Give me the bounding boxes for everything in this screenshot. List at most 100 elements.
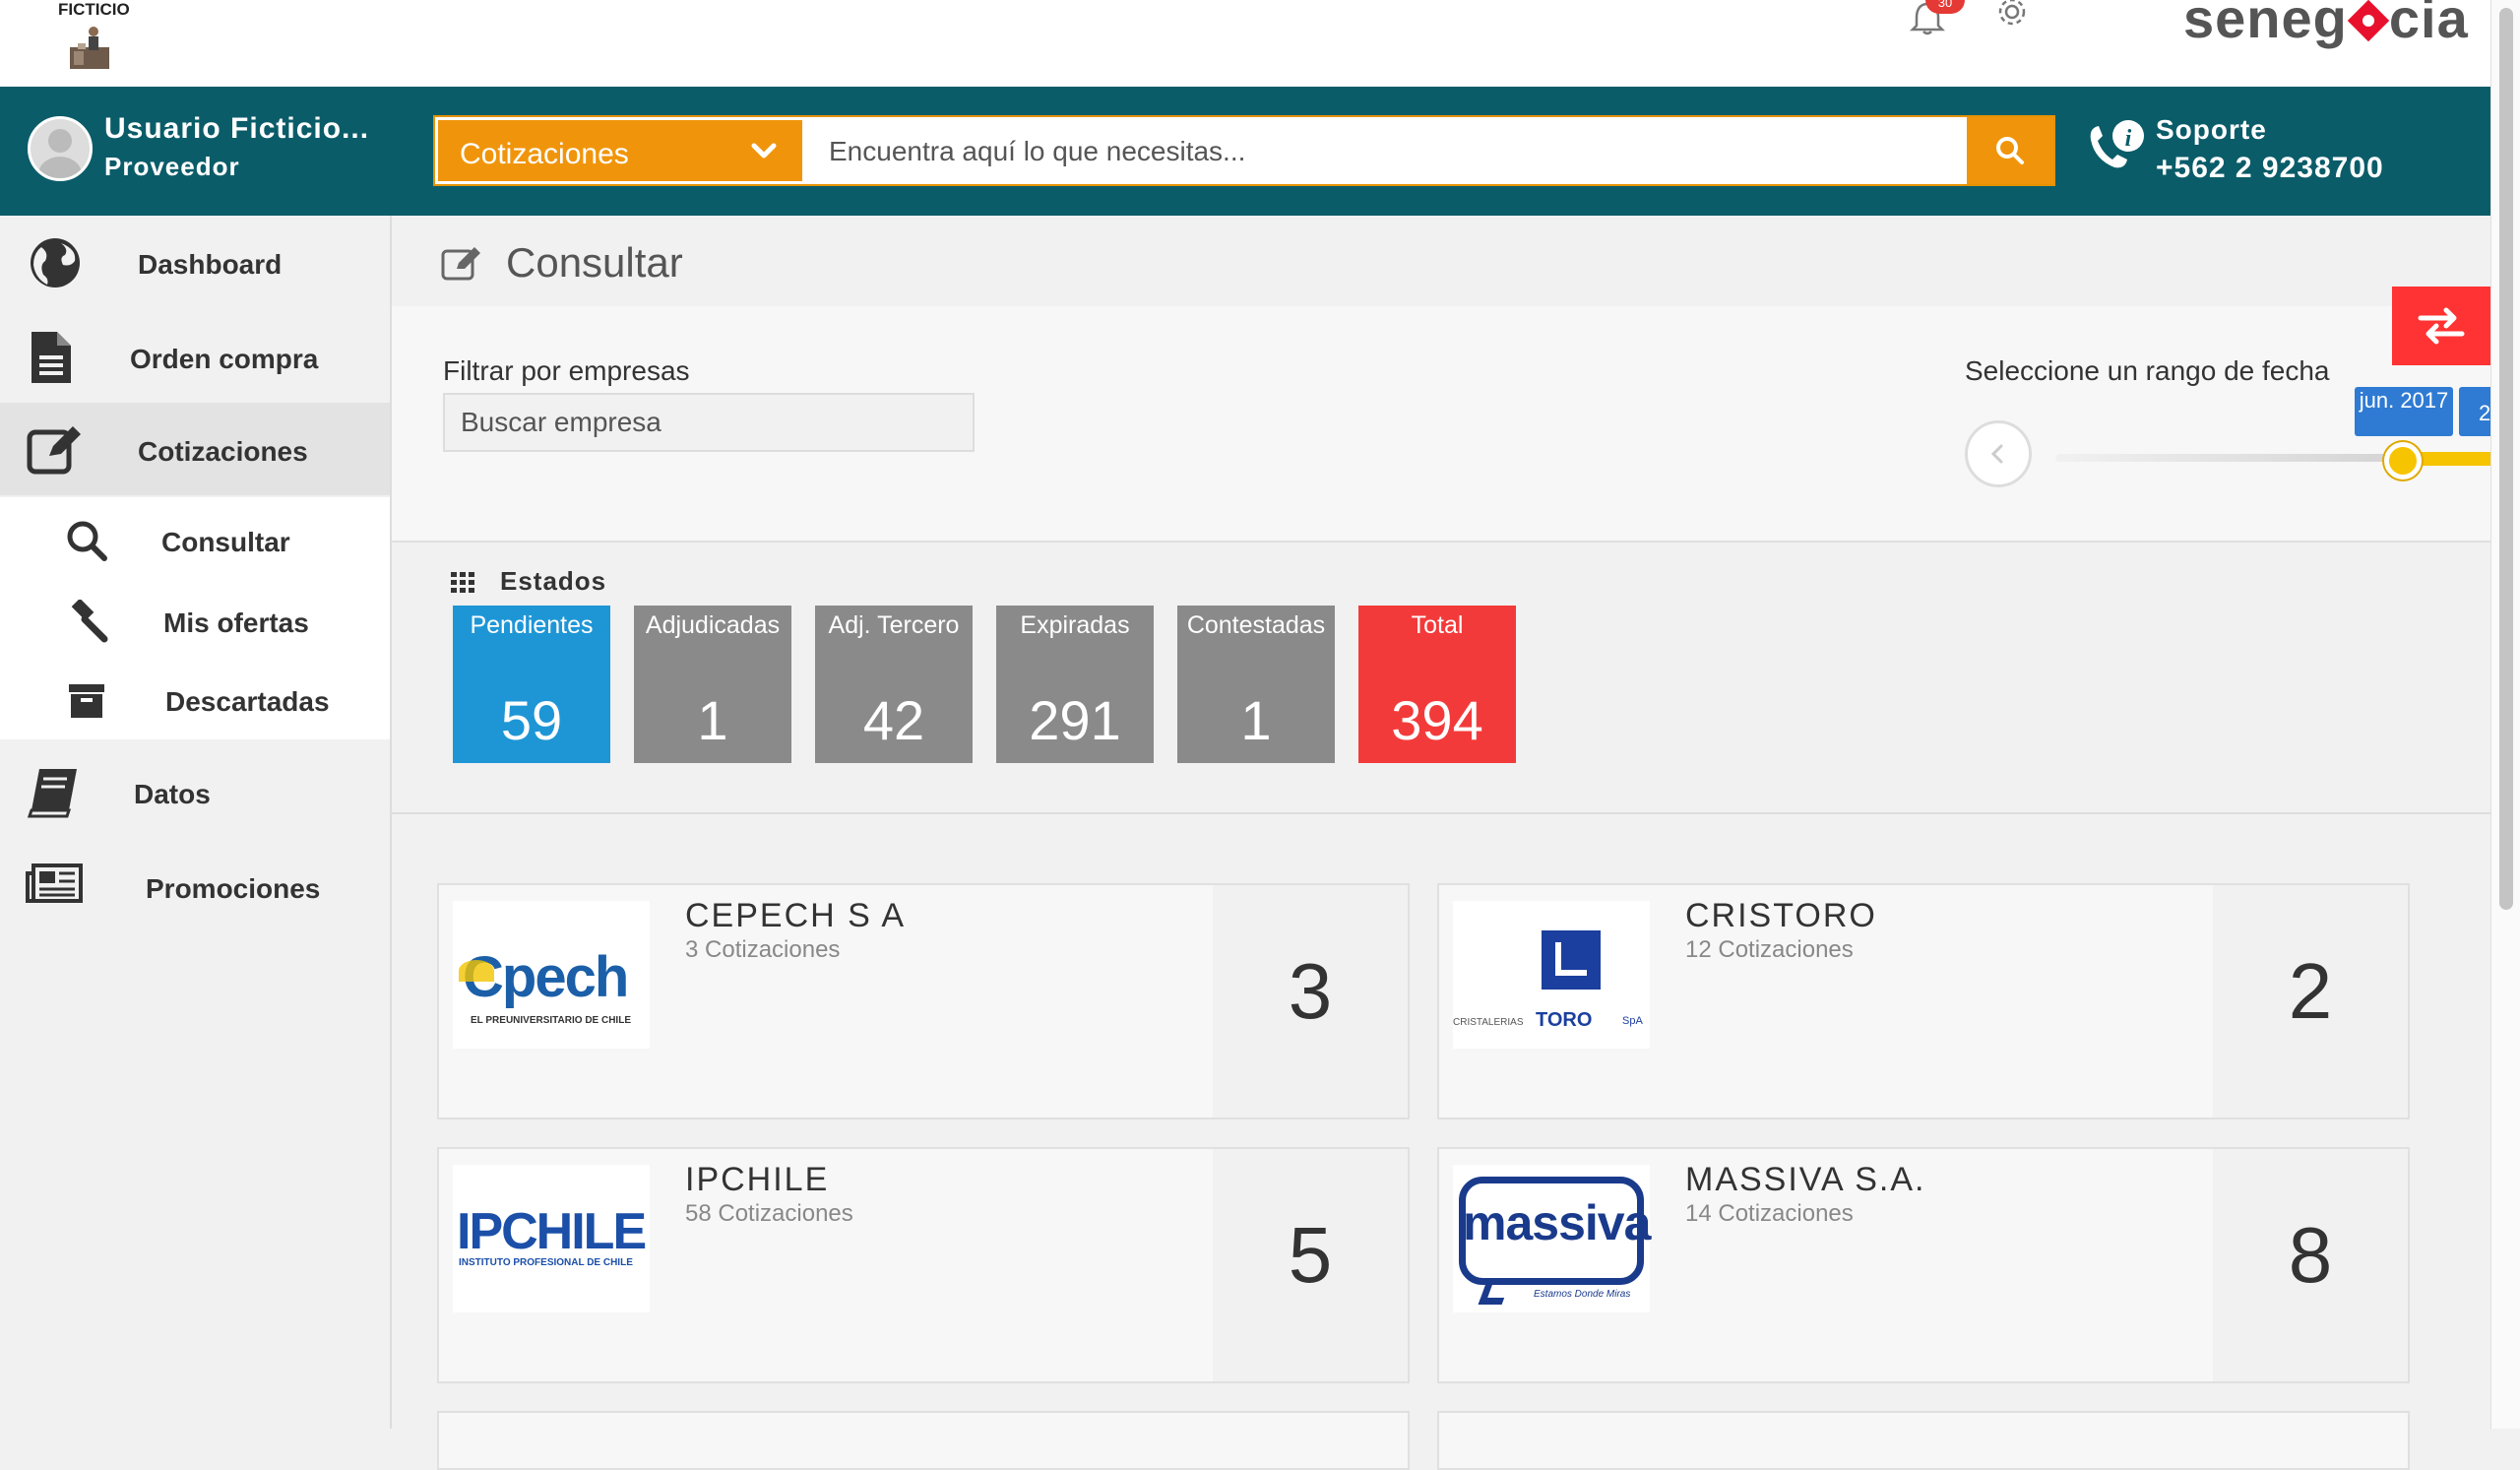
chevron-left-icon	[1990, 444, 2003, 464]
scrollbar-thumb[interactable]	[2499, 8, 2513, 910]
company-logo-cristoro: CRISTALERIAS TORO SpA	[1453, 901, 1650, 1049]
search-category-select[interactable]: Cotizaciones	[438, 120, 802, 181]
sidebar-item-label: Promociones	[146, 873, 321, 904]
company-logo-massiva: massiva Estamos Donde Miras	[1453, 1165, 1651, 1312]
support-label: Soporte	[2156, 114, 2267, 145]
company-count-box: 5	[1213, 1149, 1408, 1381]
filter-panel: Filtrar por empresas Seleccione un rango…	[392, 287, 2498, 543]
search-input[interactable]	[829, 127, 1990, 176]
sidebar-item-orden-compra[interactable]: Orden compra	[0, 310, 390, 403]
logo-tagline: CRISTALERIAS	[1453, 1017, 1524, 1028]
page-scrollbar[interactable]	[2490, 0, 2520, 1429]
submenu-item-consultar[interactable]: Consultar	[0, 501, 390, 580]
state-label: Expiradas	[1020, 611, 1130, 639]
settings-gear-icon[interactable]	[1992, 0, 2032, 30]
edit-icon	[27, 426, 81, 475]
state-label: Total	[1411, 611, 1464, 639]
date-tag: jun. 2017	[2355, 387, 2453, 436]
logo-tagline: Estamos Donde Miras	[1534, 1289, 1631, 1300]
company-logo[interactable]: FICTICIO	[54, 0, 133, 73]
state-value: 42	[862, 689, 925, 751]
swap-button[interactable]	[2392, 287, 2490, 365]
submenu-item-mis-ofertas[interactable]: Mis ofertas	[0, 582, 390, 661]
submenu-item-descartadas[interactable]: Descartadas	[0, 661, 390, 739]
company-count: 3	[1288, 947, 1333, 1035]
logo-wordmark: massiva	[1463, 1195, 1651, 1250]
support-phone[interactable]: +562 2 9238700	[2156, 152, 2384, 185]
company-card[interactable]: massiva Estamos Donde Miras MASSIVA S.A.…	[1437, 1147, 2410, 1383]
company-subtitle: 14 Cotizaciones	[1685, 1200, 1854, 1227]
logo-figure-icon	[70, 27, 109, 69]
submenu-item-label: Consultar	[161, 527, 290, 557]
state-value: 1	[697, 689, 728, 751]
sidebar-item-promociones[interactable]: Promociones	[0, 840, 390, 932]
submenu-item-label: Mis ofertas	[163, 607, 309, 638]
sidebar-item-label: Datos	[134, 779, 211, 809]
logo-accent	[459, 960, 494, 982]
company-card[interactable]	[1437, 1411, 2410, 1470]
state-box-total[interactable]: Total 394	[1358, 606, 1516, 763]
top-bar: FICTICIO 30 seneg cia	[0, 0, 2490, 87]
search-button[interactable]	[1967, 117, 2053, 184]
state-box-pendientes[interactable]: Pendientes 59	[453, 606, 610, 763]
state-box-adjudicadas[interactable]: Adjudicadas 1	[634, 606, 791, 763]
state-box-adj-tercero[interactable]: Adj. Tercero 42	[815, 606, 973, 763]
sidebar-item-datos[interactable]: Datos	[0, 745, 390, 838]
company-count: 8	[2288, 1211, 2333, 1299]
user-name[interactable]: Usuario Ficticio...	[104, 112, 369, 146]
sidebar-item-label: Cotizaciones	[138, 436, 308, 467]
logo-tagline: INSTITUTO PROFESIONAL DE CHILE	[459, 1257, 633, 1268]
company-card[interactable]: CRISTALERIAS TORO SpA CRISTORO 12 Cotiza…	[1437, 883, 2410, 1119]
chevron-down-icon	[751, 143, 777, 159]
state-box-contestadas[interactable]: Contestadas 1	[1177, 606, 1335, 763]
archive-icon	[69, 684, 104, 718]
state-label: Adjudicadas	[645, 611, 781, 639]
document-icon	[32, 332, 71, 383]
state-box-expiradas[interactable]: Expiradas 291	[996, 606, 1154, 763]
book-icon	[27, 769, 77, 818]
notification-badge: 30	[1925, 0, 1965, 14]
company-count-box: 3	[1213, 885, 1408, 1118]
date-range-label: Seleccione un rango de fecha	[1965, 355, 2330, 386]
logo-text: FICTICIO	[58, 0, 130, 19]
filter-label: Filtrar por empresas	[443, 355, 690, 386]
avatar[interactable]	[28, 116, 93, 181]
search-bar: Cotizaciones	[433, 115, 2055, 186]
state-label: Contestadas	[1186, 611, 1326, 639]
logo-emblem-mark	[1555, 942, 1587, 976]
company-card[interactable]	[437, 1411, 1410, 1470]
company-count: 2	[2288, 947, 2333, 1035]
main-content: Consultar Filtrar por empresas Seleccion…	[392, 216, 2498, 1470]
edit-icon	[441, 247, 480, 281]
user-role: Proveedor	[104, 152, 240, 181]
company-card[interactable]: IPCHILE INSTITUTO PROFESIONAL DE CHILE I…	[437, 1147, 1410, 1383]
logo-suffix: SpA	[1622, 1015, 1643, 1027]
logo-tagline: EL PREUNIVERSITARIO DE CHILE	[471, 1015, 631, 1026]
date-prev-button[interactable]	[1965, 420, 2032, 487]
search-icon	[67, 521, 107, 561]
sidebar-item-label: Orden compra	[130, 344, 319, 374]
company-search-input[interactable]	[443, 393, 975, 452]
brand-logo[interactable]: seneg cia	[2183, 0, 2469, 50]
date-slider-handle[interactable]	[2384, 442, 2422, 479]
company-card[interactable]: Cpech EL PREUNIVERSITARIO DE CHILE CEPEC…	[437, 883, 1410, 1119]
states-title: Estados	[500, 566, 607, 596]
grid-icon	[451, 572, 474, 593]
sidebar-item-dashboard[interactable]: Dashboard	[0, 216, 390, 308]
logo-wordmark: TORO	[1536, 1009, 1593, 1031]
search-category-label: Cotizaciones	[460, 138, 629, 170]
company-name: CRISTORO	[1685, 897, 1877, 934]
company-logo-ipchile: IPCHILE INSTITUTO PROFESIONAL DE CHILE	[453, 1165, 650, 1312]
company-count-box: 2	[2213, 885, 2408, 1118]
sidebar: Dashboard Orden compra Cotizaciones Cons…	[0, 216, 392, 1429]
sidebar-item-cotizaciones[interactable]: Cotizaciones	[0, 403, 390, 495]
company-subtitle: 12 Cotizaciones	[1685, 936, 1854, 963]
state-value: 59	[500, 689, 563, 751]
company-name: IPCHILE	[685, 1161, 830, 1198]
state-value: 394	[1391, 689, 1483, 751]
sidebar-item-label: Dashboard	[138, 249, 283, 280]
brand-prefix: seneg	[2183, 0, 2348, 49]
logo-wordmark: IPCHILE	[457, 1203, 647, 1260]
support-phone-icon[interactable]: i	[2085, 116, 2148, 179]
newspaper-icon	[26, 863, 83, 903]
